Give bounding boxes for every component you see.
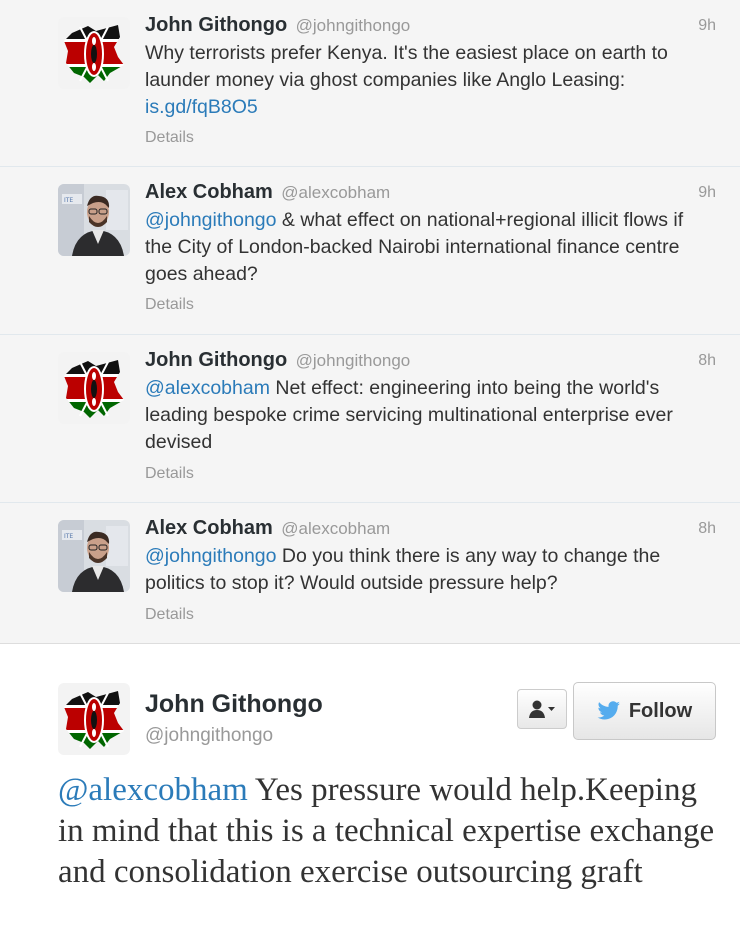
user-fullname[interactable]: John Githongo [145, 690, 323, 719]
mention-link[interactable]: @alexcobham [145, 377, 270, 399]
mention-link[interactable]: @alexcobham [58, 772, 248, 808]
tweet-header: Alex Cobham @alexcobham 8h [145, 517, 720, 543]
conversation-thread: John Githongo @johngithongo 9h Why terro… [0, 0, 740, 644]
tweet-text: @johngithongo & what effect on national+… [145, 207, 710, 288]
user-fullname[interactable]: Alex Cobham [145, 181, 273, 203]
tweet-header: John Githongo @johngithongo 8h [145, 349, 720, 375]
kenya-flag-map-icon [58, 17, 130, 89]
avatar[interactable] [58, 520, 130, 592]
avatar[interactable] [58, 17, 130, 89]
user-fullname[interactable]: John Githongo [145, 349, 287, 371]
tweet-text: @alexcobham Net effect: engineering into… [145, 375, 710, 456]
person-photo-icon [58, 520, 130, 592]
tweet-link[interactable]: is.gd/fqB8O5 [145, 96, 258, 118]
user-handle[interactable]: @alexcobham [281, 183, 390, 202]
main-tweet-text: @alexcobham Yes pressure would help.Keep… [58, 770, 718, 893]
follow-button-label: Follow [628, 699, 693, 722]
tweet-header: John Githongo @johngithongo 9h [145, 14, 720, 40]
tweet-item[interactable]: Alex Cobham @alexcobham 8h @johngithongo… [0, 503, 740, 644]
follow-button[interactable]: Follow [573, 682, 716, 740]
details-link[interactable]: Details [145, 606, 194, 624]
user-fullname[interactable]: Alex Cobham [145, 517, 273, 539]
tweet-timestamp[interactable]: 9h [698, 17, 716, 35]
person-photo-icon [58, 184, 130, 256]
tweet-header: Alex Cobham @alexcobham 9h [145, 181, 720, 207]
user-handle[interactable]: @alexcobham [281, 519, 390, 538]
twitter-bird-icon [597, 701, 620, 720]
avatar[interactable] [58, 683, 130, 755]
main-tweet: John Githongo @johngithongo Follow @alex… [0, 644, 740, 950]
details-link[interactable]: Details [145, 465, 194, 483]
mention-link[interactable]: @johngithongo [145, 545, 276, 567]
tweet-item[interactable]: John Githongo @johngithongo 8h @alexcobh… [0, 335, 740, 503]
tweet-body: Why terrorists prefer Kenya. It's the ea… [145, 42, 668, 91]
user-actions-button[interactable] [517, 689, 567, 729]
tweet-timestamp[interactable]: 9h [698, 184, 716, 202]
user-fullname[interactable]: John Githongo [145, 14, 287, 36]
tweet-item[interactable]: John Githongo @johngithongo 9h Why terro… [0, 0, 740, 167]
tweet-timestamp[interactable]: 8h [698, 352, 716, 370]
kenya-flag-map-icon [58, 683, 130, 755]
details-link[interactable]: Details [145, 296, 194, 314]
tweet-timestamp[interactable]: 8h [698, 520, 716, 538]
user-handle[interactable]: @johngithongo [296, 16, 411, 35]
tweet-text: @johngithongo Do you think there is any … [145, 543, 710, 597]
avatar[interactable] [58, 352, 130, 424]
user-handle[interactable]: @johngithongo [145, 725, 273, 747]
user-handle[interactable]: @johngithongo [296, 351, 411, 370]
mention-link[interactable]: @johngithongo [145, 209, 276, 231]
avatar[interactable] [58, 184, 130, 256]
tweet-text: Why terrorists prefer Kenya. It's the ea… [145, 40, 710, 121]
kenya-flag-map-icon [58, 352, 130, 424]
tweet-item[interactable]: Alex Cobham @alexcobham 9h @johngithongo… [0, 167, 740, 335]
details-link[interactable]: Details [145, 129, 194, 147]
user-dropdown-icon [529, 700, 555, 718]
